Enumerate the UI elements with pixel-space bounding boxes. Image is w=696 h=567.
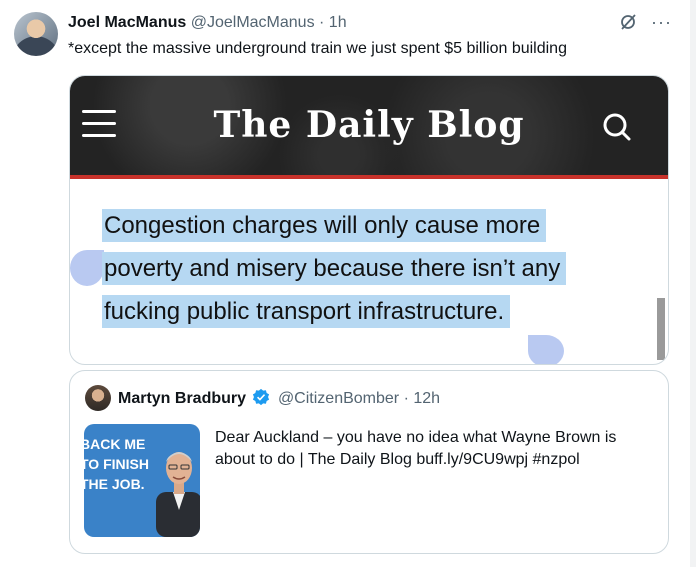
person-photo [156,452,200,537]
quoted-author-name: Martyn Bradbury [118,390,247,407]
quoted-tweet[interactable]: Martyn Bradbury @CitizenBomber · 12h BAC… [69,370,669,554]
quoted-separator: · [403,390,409,407]
thumbnail-caption: BACK ME TO FINISH THE JOB. [84,436,149,492]
header-separator: · [319,14,325,31]
author-avatar[interactable] [14,12,58,56]
link-preview-thumbnail: BACK ME TO FINISH THE JOB. [84,424,200,537]
tweet-header: Joel MacManus @JoelMacManus · 1h [68,13,666,33]
highlighted-quote-text: Congestion charges will only cause more … [102,209,567,328]
blog-header: The Daily Blog [70,76,668,175]
verified-badge-icon [253,388,270,406]
tweet-header-actions: ··· [619,13,672,31]
scroll-edge [690,0,696,567]
tweet-media-image[interactable]: The Daily Blog Congestion charges will o… [69,75,669,365]
quoted-author-handle: @CitizenBomber [277,390,400,407]
more-options-icon[interactable]: ··· [651,13,672,31]
quoted-author-avatar [85,385,111,411]
tweet-text: *except the massive underground train we… [68,40,567,57]
blog-logo: The Daily Blog [213,104,525,146]
grok-icon[interactable] [619,13,637,31]
author-handle[interactable]: @JoelMacManus [191,14,315,31]
tweet-time[interactable]: 1h [329,14,347,31]
selection-start-handle [70,250,104,286]
blog-accent-line [70,175,668,179]
scrollbar-thumb [657,298,665,360]
quoted-tweet-header: Martyn Bradbury @CitizenBomber · 12h [118,388,440,409]
selection-end-handle [528,335,564,364]
highlighted-quote: Congestion charges will only cause more … [102,204,582,333]
author-name[interactable]: Joel MacManus [68,14,186,31]
quoted-tweet-text: Dear Auckland – you have no idea what Wa… [215,429,617,468]
quoted-time: 12h [413,390,441,407]
search-icon [603,113,631,141]
